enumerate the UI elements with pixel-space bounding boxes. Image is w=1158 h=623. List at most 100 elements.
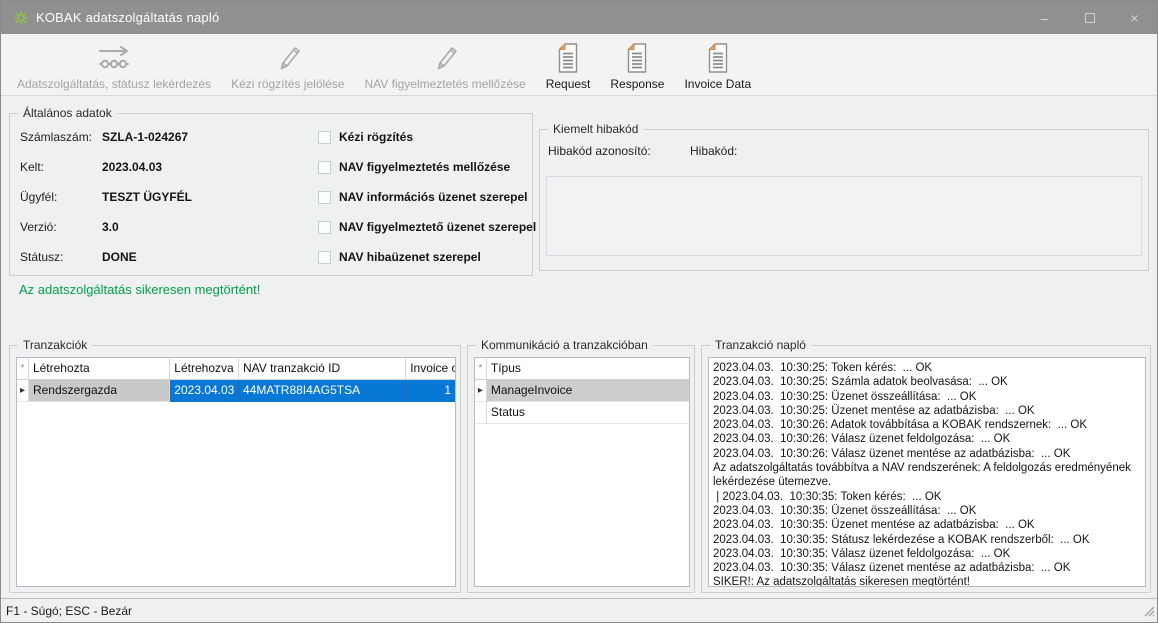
toolbar-label: Response: [610, 77, 664, 91]
close-icon: ×: [1130, 10, 1138, 26]
checkbox-row-kezi-rogzites: Kézi rögzítés: [318, 129, 413, 145]
document-icon: [624, 41, 650, 75]
general-data-group: Általános adatok Számlaszám: SZLA-1-0242…: [9, 113, 533, 276]
error-detail-box: [546, 176, 1142, 256]
field-label: Státusz:: [20, 250, 63, 264]
field-szamlaszam: Számlaszám: SZLA-1-024267: [20, 130, 92, 146]
pen-icon: [430, 41, 460, 75]
checkbox-label: Kézi rögzítés: [339, 130, 413, 144]
toolbar-button-request[interactable]: Request: [536, 37, 601, 91]
close-button[interactable]: ×: [1112, 1, 1157, 34]
log-line: 2023.04.03. 10:30:25: Üzenet összeállítá…: [713, 390, 1141, 404]
checkbox-label: NAV figyelmeztető üzenet szerepel: [339, 220, 536, 234]
table-row[interactable]: ▸ Rendszergazda 2023.04.03 44MATR88I4AG5…: [17, 380, 455, 402]
field-value: 3.0: [102, 220, 119, 234]
transactions-group: Tranzakciók * Létrehozta Létrehozva NAV …: [9, 345, 461, 593]
titlebar[interactable]: KOBAK adatszolgáltatás napló – ×: [1, 1, 1157, 34]
field-label: Verzió:: [20, 220, 57, 234]
statusbar-hint: F1 - Súgó; ESC - Bezár: [6, 604, 132, 618]
highlight-error-group: Kiemelt hibakód Hibakód azonosító: Hibak…: [539, 129, 1149, 271]
toolbar-button-manual-entry[interactable]: Kézi rögzítés jelölése: [221, 37, 354, 91]
group-title: Kiemelt hibakód: [548, 122, 643, 137]
toolbar-button-invoice-data[interactable]: Invoice Data: [674, 37, 761, 91]
cell-tipus[interactable]: Status: [487, 402, 689, 424]
minimize-button[interactable]: –: [1022, 1, 1067, 34]
field-statusz: Státusz: DONE: [20, 250, 63, 266]
toolbar-label: Request: [546, 77, 591, 91]
log-line: SIKER!: Az adatszolgáltatás sikeresen me…: [713, 575, 1141, 587]
query-status-icon: [96, 41, 132, 75]
cell-invoice-op[interactable]: 1: [406, 380, 455, 402]
column-header-invoice-op[interactable]: Invoice op: [406, 358, 455, 380]
field-ugyfel: Ügyfél: TESZT ÜGYFÉL: [20, 190, 57, 206]
communication-grid-header: * Típus: [475, 358, 689, 380]
checkbox-kezi-rogzites[interactable]: [318, 131, 331, 144]
field-value: TESZT ÜGYFÉL: [102, 190, 192, 204]
checkbox-row-nav-figyelmezteto-uzenet: NAV figyelmeztető üzenet szerepel: [318, 219, 536, 235]
field-label: Ügyfél:: [20, 190, 57, 204]
log-line: 2023.04.03. 10:30:25: Token kérés: ... O…: [713, 361, 1141, 375]
log-line: lekérdezése ütemezve.: [713, 475, 1141, 489]
window-controls: – ×: [1022, 1, 1157, 34]
error-code-label: Hibakód:: [690, 144, 737, 158]
log-line: 2023.04.03. 10:30:35: Üzenet összeállítá…: [713, 504, 1141, 518]
log-line: 2023.04.03. 10:30:26: Válasz üzenet ment…: [713, 447, 1141, 461]
toolbar-button-response[interactable]: Response: [600, 37, 674, 91]
checkbox-nav-hibauzenet[interactable]: [318, 251, 331, 264]
grid-asterisk-icon: *: [475, 358, 487, 380]
log-line: 2023.04.03. 10:30:25: Üzenet mentése az …: [713, 404, 1141, 418]
field-kelt: Kelt: 2023.04.03: [20, 160, 44, 176]
group-title: Tranzakció napló: [710, 338, 811, 353]
statusbar: F1 - Súgó; ESC - Bezár: [1, 598, 1157, 622]
checkbox-nav-figyelmeztetes-mellozese[interactable]: [318, 161, 331, 174]
field-value: DONE: [102, 250, 137, 264]
toolbar-button-nav-warning-ignore[interactable]: NAV figyelmeztetés mellőzése: [355, 37, 536, 91]
log-line: | 2023.04.03. 10:30:35: Token kérés: ...…: [713, 490, 1141, 504]
cell-letrehozva[interactable]: 2023.04.03: [170, 380, 239, 402]
window-title: KOBAK adatszolgáltatás napló: [36, 10, 219, 25]
log-line: 2023.04.03. 10:30:35: Válasz üzenet ment…: [713, 561, 1141, 575]
log-line: 2023.04.03. 10:30:25: Számla adatok beol…: [713, 375, 1141, 389]
log-line: 2023.04.03. 10:30:26: Válasz üzenet feld…: [713, 432, 1141, 446]
minimize-icon: –: [1041, 10, 1049, 26]
list-item-status[interactable]: Status: [475, 402, 689, 424]
checkbox-row-nav-figyelmeztetes-mellozese: NAV figyelmeztetés mellőzése: [318, 159, 510, 175]
field-label: Kelt:: [20, 160, 44, 174]
app-icon: [13, 10, 29, 26]
transaction-log-box[interactable]: 2023.04.03. 10:30:25: Token kérés: ... O…: [708, 357, 1146, 587]
transactions-grid: * Létrehozta Létrehozva NAV tranzakció I…: [16, 357, 456, 587]
cell-nav-tranzakcio-id[interactable]: 44MATR88I4AG5TSA: [239, 380, 406, 402]
cell-letrehozta[interactable]: Rendszergazda: [29, 380, 170, 402]
field-value: SZLA-1-024267: [102, 130, 188, 144]
checkbox-nav-figyelmezteto-uzenet[interactable]: [318, 221, 331, 234]
toolbar-label: Kézi rögzítés jelölése: [231, 77, 344, 91]
maximize-button[interactable]: [1067, 1, 1112, 34]
column-header-tipus[interactable]: Típus: [487, 358, 689, 380]
group-title: Kommunikáció a tranzakcióban: [476, 338, 653, 353]
log-line: 2023.04.03. 10:30:35: Üzenet mentése az …: [713, 518, 1141, 532]
group-title: Általános adatok: [18, 106, 117, 121]
column-header-letrehozta[interactable]: Létrehozta: [29, 358, 170, 380]
toolbar-button-query-status[interactable]: Adatszolgáltatás, státusz lekérdezés: [7, 37, 221, 91]
log-line: 2023.04.03. 10:30:35: Válasz üzenet feld…: [713, 547, 1141, 561]
communication-grid: * Típus ▸ ManageInvoice Status: [474, 357, 690, 587]
field-value: 2023.04.03: [102, 160, 162, 174]
checkbox-label: NAV figyelmeztetés mellőzése: [339, 160, 510, 174]
row-indicator-blank: [475, 402, 487, 424]
column-header-nav-tranzakcio-id[interactable]: NAV tranzakció ID: [239, 358, 406, 380]
list-item-manageinvoice[interactable]: ▸ ManageInvoice: [475, 380, 689, 402]
cell-tipus[interactable]: ManageInvoice: [487, 380, 689, 402]
status-message: Az adatszolgáltatás sikeresen megtörtént…: [19, 282, 260, 297]
resize-grip-icon[interactable]: [1142, 604, 1155, 620]
toolbar: Adatszolgáltatás, státusz lekérdezés Kéz…: [1, 34, 1157, 96]
maximize-icon: [1085, 13, 1095, 23]
column-header-letrehozva[interactable]: Létrehozva: [170, 358, 239, 380]
toolbar-label: Adatszolgáltatás, státusz lekérdezés: [17, 77, 211, 91]
checkbox-nav-informacios-uzenet[interactable]: [318, 191, 331, 204]
document-icon: [555, 41, 581, 75]
pen-icon: [273, 41, 303, 75]
document-icon: [705, 41, 731, 75]
checkbox-row-nav-informacios-uzenet: NAV információs üzenet szerepel: [318, 189, 528, 205]
communication-group: Kommunikáció a tranzakcióban * Típus ▸ M…: [467, 345, 695, 593]
row-indicator-icon: ▸: [475, 380, 487, 402]
